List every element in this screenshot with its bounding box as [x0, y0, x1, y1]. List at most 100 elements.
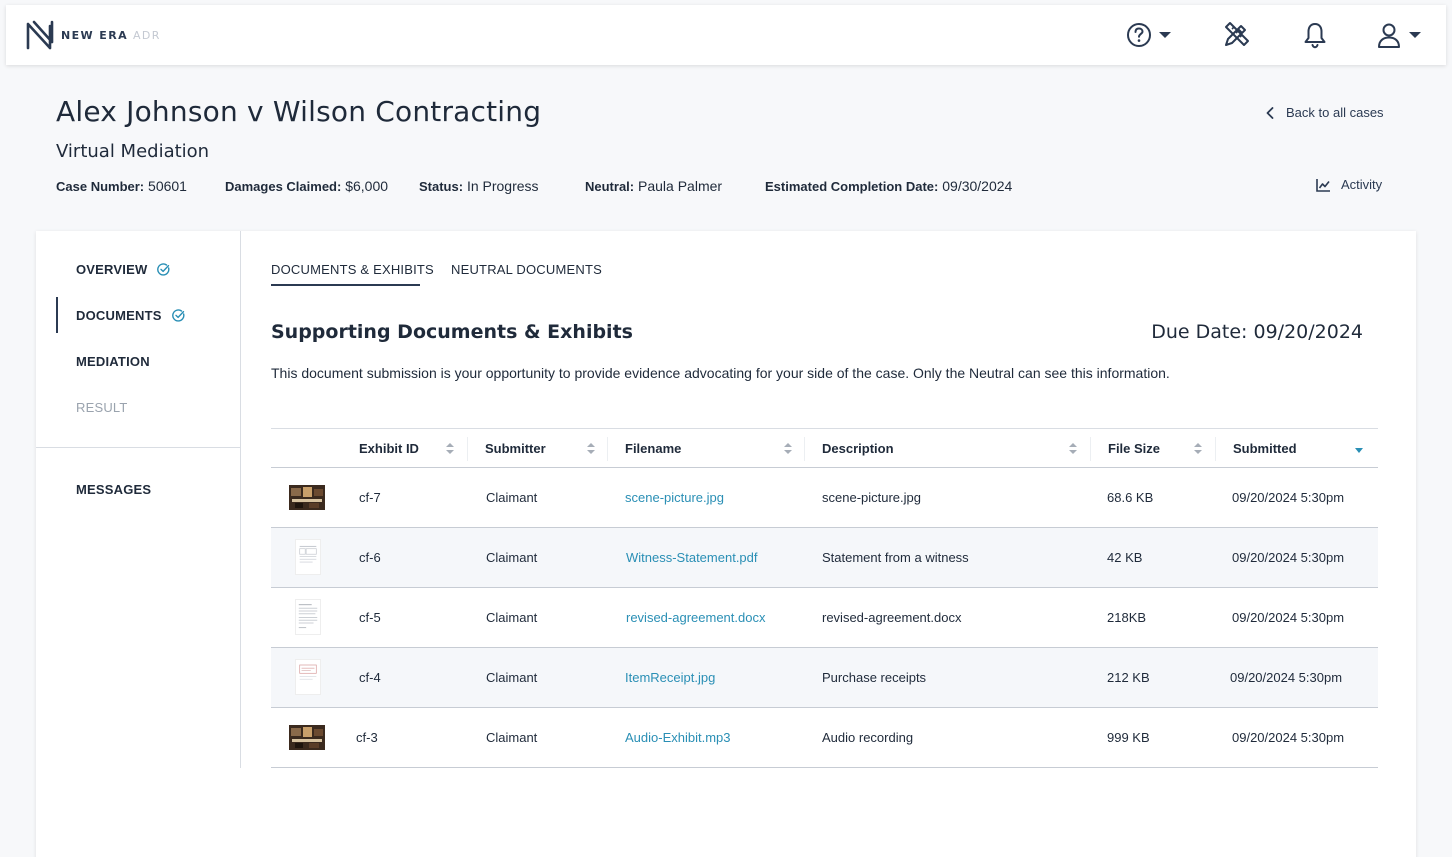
- sidebar-item-messages[interactable]: MESSAGES: [76, 482, 151, 497]
- sort-icon[interactable]: [1069, 443, 1077, 455]
- sort-icon[interactable]: [446, 443, 454, 455]
- sort-icon[interactable]: [1194, 443, 1202, 455]
- filename-link[interactable]: Audio-Exhibit.mp3: [625, 730, 731, 745]
- sort-icon[interactable]: [587, 443, 595, 455]
- exhibit-id: cf-5: [359, 610, 381, 625]
- column-header-submitter[interactable]: Submitter: [485, 441, 546, 456]
- column-header-exhibit-id[interactable]: Exhibit ID: [359, 441, 419, 456]
- description: Audio recording: [822, 730, 914, 745]
- sort-icon[interactable]: [784, 443, 792, 455]
- table-row[interactable]: cf-5 Claimant revised-agreement.docx rev…: [271, 588, 1378, 648]
- description: Purchase receipts: [822, 670, 927, 685]
- column-header-description[interactable]: Description: [822, 441, 894, 456]
- user-icon: [1378, 23, 1400, 48]
- column-separator: [1090, 437, 1091, 461]
- column-separator: [1215, 437, 1216, 461]
- table-row[interactable]: cf-3 Claimant Audio-Exhibit.mp3 Audio re…: [271, 708, 1378, 768]
- document-thumbnail[interactable]: [295, 539, 321, 575]
- nav-divider: [36, 447, 241, 448]
- back-to-cases-link[interactable]: Back to all cases: [1266, 105, 1384, 120]
- damages-value: $6,000: [345, 178, 389, 194]
- sort-descending-icon[interactable]: [1355, 448, 1363, 453]
- damages-label: Damages Claimed:: [225, 179, 342, 194]
- check-circle-icon: [171, 309, 185, 322]
- table-row[interactable]: cf-4 Claimant ItemReceipt.jpg Purchase r…: [271, 648, 1378, 708]
- file-size: 212 KB: [1107, 670, 1150, 685]
- submitted-date: 09/20/2024 5:30pm: [1232, 610, 1345, 625]
- filename-link[interactable]: scene-picture.jpg: [625, 490, 724, 505]
- column-header-label: Exhibit ID: [359, 441, 419, 456]
- column-header-filename[interactable]: Filename: [625, 441, 681, 456]
- side-navigation: OVERVIEW DOCUMENTS MEDIATION RESULT MESS…: [36, 231, 241, 768]
- status-label: Status:: [419, 179, 464, 194]
- logo-text: NEW ERA: [61, 28, 128, 42]
- submitter: Claimant: [486, 490, 538, 505]
- submitter: Claimant: [486, 670, 538, 685]
- bell-icon: [1304, 23, 1326, 49]
- photo-thumbnail[interactable]: [289, 725, 325, 750]
- case-status: Status: In Progress: [419, 178, 539, 194]
- column-separator: [467, 437, 468, 461]
- notifications-button[interactable]: [1302, 21, 1328, 49]
- photo-thumbnail[interactable]: [289, 485, 325, 510]
- line-chart-icon: [1316, 178, 1330, 192]
- column-header-label: File Size: [1108, 441, 1161, 456]
- column-header-label: Submitted: [1233, 441, 1297, 456]
- check-circle-icon: [157, 263, 170, 276]
- filename-link[interactable]: revised-agreement.docx: [626, 610, 765, 625]
- active-tab-indicator: [271, 284, 420, 286]
- filename-link[interactable]: ItemReceipt.jpg: [625, 670, 715, 685]
- tab-documents-exhibits[interactable]: DOCUMENTS & EXHIBITS: [271, 262, 434, 277]
- top-bar: NEW ERA ADR: [6, 5, 1446, 65]
- sidebar-item-overview[interactable]: OVERVIEW: [76, 262, 170, 277]
- chevron-left-icon: [1266, 106, 1274, 119]
- estimated-completion: Estimated Completion Date: 09/30/2024: [765, 178, 1012, 194]
- section-title: Supporting Documents & Exhibits: [271, 321, 633, 343]
- active-nav-indicator: [56, 297, 58, 333]
- user-menu-button[interactable]: [1376, 21, 1421, 49]
- logo[interactable]: NEW ERA ADR: [26, 20, 161, 50]
- sidebar-item-label: OVERVIEW: [76, 262, 148, 277]
- column-header-submitted[interactable]: Submitted: [1233, 441, 1297, 456]
- tab-neutral-documents[interactable]: NEUTRAL DOCUMENTS: [451, 262, 602, 277]
- table-row[interactable]: cf-7 Claimant scene-picture.jpg scene-pi…: [271, 468, 1378, 528]
- file-size: 218KB: [1107, 610, 1147, 625]
- exhibits-table: Exhibit ID Submitter Filename Descriptio…: [271, 428, 1378, 768]
- submitted-date: 09/20/2024 5:30pm: [1232, 490, 1345, 505]
- column-header-file-size[interactable]: File Size: [1108, 441, 1160, 456]
- exhibit-id: cf-4: [359, 670, 381, 685]
- sidebar-item-documents[interactable]: DOCUMENTS: [76, 308, 185, 323]
- file-size: 999 KB: [1107, 730, 1150, 745]
- sidebar-item-label: RESULT: [76, 400, 128, 415]
- completion-value: 09/30/2024: [942, 178, 1013, 194]
- completion-label: Estimated Completion Date:: [765, 179, 939, 194]
- sidebar-item-mediation[interactable]: MEDIATION: [76, 354, 150, 369]
- help-icon: [1127, 23, 1151, 47]
- neutral-label: Neutral:: [585, 179, 635, 194]
- table-header: Exhibit ID Submitter Filename Descriptio…: [271, 428, 1378, 468]
- tools-button[interactable]: [1222, 21, 1250, 49]
- document-thumbnail[interactable]: [295, 659, 321, 695]
- status-value: In Progress: [466, 178, 539, 194]
- neutral-value: Paula Palmer: [638, 178, 723, 194]
- case-card: OVERVIEW DOCUMENTS MEDIATION RESULT MESS…: [36, 231, 1416, 857]
- filename-link[interactable]: Witness-Statement.pdf: [626, 550, 758, 565]
- submitter: Claimant: [486, 730, 538, 745]
- sidebar-item-result: RESULT: [76, 400, 128, 415]
- logo-subtext: ADR: [132, 28, 161, 42]
- case-neutral: Neutral: Paula Palmer: [585, 178, 722, 194]
- submitted-date: 09/20/2024 5:30pm: [1230, 670, 1343, 685]
- sidebar-item-label: MESSAGES: [76, 482, 152, 497]
- description: scene-picture.jpg: [822, 490, 921, 505]
- activity-link[interactable]: Activity: [1316, 177, 1382, 192]
- exhibit-id: cf-7: [359, 490, 381, 505]
- chevron-down-icon: [1159, 32, 1171, 38]
- table-row[interactable]: cf-6 Claimant Witness-Statement.pdf Stat…: [271, 528, 1378, 588]
- document-thumbnail[interactable]: [295, 599, 321, 635]
- description: revised-agreement.docx: [822, 610, 962, 625]
- submitter: Claimant: [486, 610, 538, 625]
- help-menu-button[interactable]: [1126, 21, 1171, 49]
- column-header-label: Filename: [625, 441, 682, 456]
- exhibit-id: cf-6: [359, 550, 381, 565]
- description: Statement from a witness: [822, 550, 969, 565]
